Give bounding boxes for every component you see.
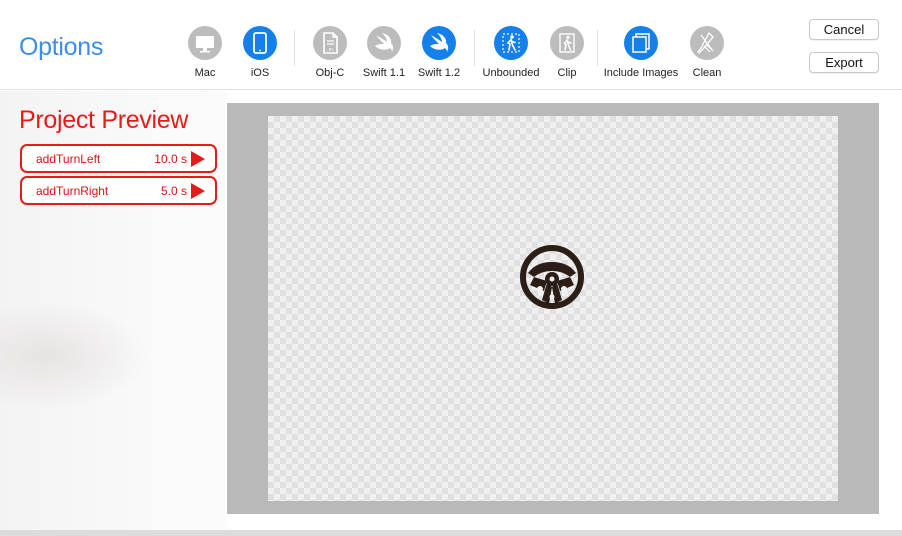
play-icon[interactable] bbox=[191, 151, 205, 167]
images-stack-icon bbox=[624, 26, 658, 60]
swift-icon bbox=[367, 26, 401, 60]
tablet-icon bbox=[243, 26, 277, 60]
broom-icon bbox=[690, 26, 724, 60]
option-label: Clip bbox=[557, 67, 577, 79]
animation-duration: 10.0 s bbox=[154, 152, 187, 166]
options-header: Options Mac iOS .m Obj-C Swift 1.1 Swift… bbox=[0, 0, 902, 90]
sidebar-background-shade bbox=[0, 301, 150, 411]
swift-icon bbox=[422, 26, 456, 60]
animation-item-add-turn-right[interactable]: addTurnRight 5.0 s bbox=[20, 176, 217, 205]
play-icon[interactable] bbox=[191, 183, 205, 199]
option-label: iOS bbox=[250, 67, 270, 79]
source-file-icon: .m bbox=[313, 26, 347, 60]
unbounded-figure-icon bbox=[494, 26, 528, 60]
svg-text:.m: .m bbox=[327, 47, 333, 53]
page-title: Options bbox=[19, 33, 104, 61]
animation-item-add-turn-left[interactable]: addTurnLeft 10.0 s bbox=[20, 144, 217, 173]
animation-duration: 5.0 s bbox=[160, 184, 187, 198]
clip-figure-icon bbox=[550, 26, 584, 60]
cancel-button[interactable]: Cancel bbox=[809, 19, 879, 40]
animation-name: addTurnLeft bbox=[36, 152, 101, 166]
bottom-timeline-strip bbox=[0, 530, 902, 536]
sidebar-title: Project Preview bbox=[19, 106, 189, 134]
export-button[interactable]: Export bbox=[809, 52, 879, 73]
option-label: Clean bbox=[692, 67, 722, 79]
separator bbox=[597, 30, 598, 66]
option-clip[interactable]: Clip bbox=[527, 26, 607, 79]
animation-name: addTurnRight bbox=[36, 184, 109, 198]
option-label: Swift 1.2 bbox=[417, 67, 461, 79]
option-clean[interactable]: Clean bbox=[667, 26, 747, 79]
option-ios[interactable]: iOS bbox=[220, 26, 300, 79]
option-swift-1-2[interactable]: Swift 1.2 bbox=[399, 26, 479, 79]
options-window: Options Mac iOS .m Obj-C Swift 1.1 Swift… bbox=[0, 0, 902, 536]
monitor-icon bbox=[188, 26, 222, 60]
steering-wheel-icon bbox=[520, 245, 584, 309]
